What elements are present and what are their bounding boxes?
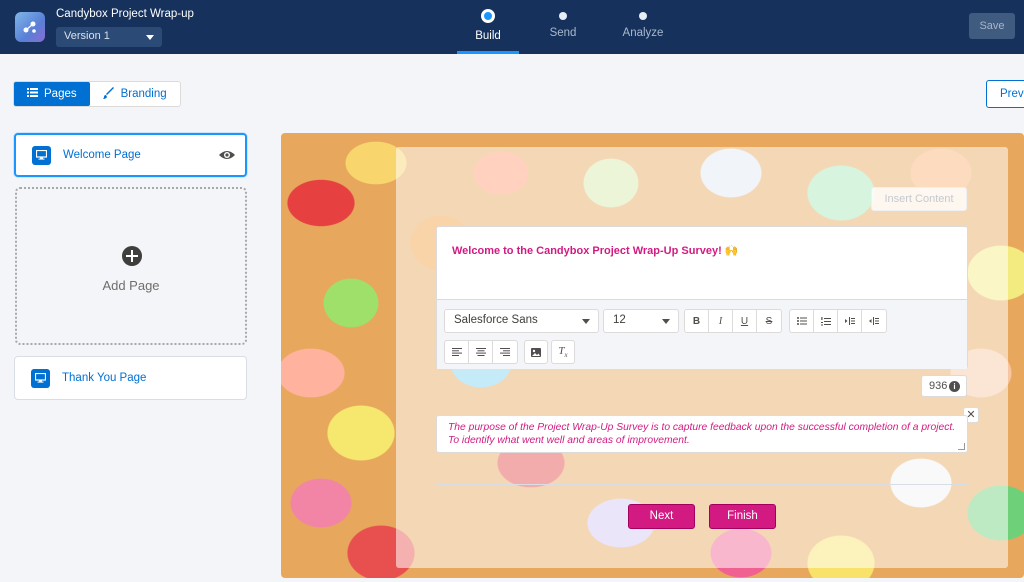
tab-branding[interactable]: Branding	[90, 82, 180, 106]
app-logo-icon	[15, 12, 45, 42]
page-item-thank-you[interactable]: Thank You Page	[14, 356, 247, 400]
tab-pages[interactable]: Pages	[14, 82, 90, 106]
step-indicator-icon	[559, 12, 567, 20]
underline-icon[interactable]: U	[733, 310, 757, 332]
tab-label: Pages	[44, 88, 77, 100]
description-text: The purpose of the Project Wrap-Up Surve…	[448, 422, 956, 446]
font-family-select[interactable]: Salesforce Sans	[444, 309, 599, 333]
monitor-icon	[31, 368, 50, 388]
rich-text-editor[interactable]: Welcome to the Candybox Project Wrap-Up …	[436, 226, 968, 369]
indent-icon[interactable]	[838, 310, 862, 332]
strikethrough-icon[interactable]: S	[757, 310, 781, 332]
step-send[interactable]: Send	[528, 8, 598, 39]
monitor-icon	[32, 145, 51, 165]
character-count-value: 936	[929, 380, 948, 392]
next-button[interactable]: Next	[628, 504, 695, 529]
step-label: Build	[475, 30, 501, 42]
step-indicator-icon	[481, 9, 495, 23]
step-label: Analyze	[622, 27, 664, 39]
outdent-icon[interactable]	[862, 310, 886, 332]
bulleted-list-icon[interactable]	[790, 310, 814, 332]
preview-button[interactable]: Previ	[986, 80, 1024, 108]
list-indent-group	[789, 309, 887, 333]
numbered-list-icon[interactable]	[814, 310, 838, 332]
add-page-label: Add Page	[102, 278, 160, 293]
text-style-group: B I U S	[684, 309, 782, 333]
step-indicator-icon	[639, 12, 647, 20]
brush-icon	[102, 86, 115, 102]
clear-formatting-icon[interactable]: Tx	[551, 340, 575, 364]
view-tabs: Pages Branding	[13, 81, 181, 107]
align-left-icon[interactable]	[445, 341, 469, 363]
font-size-select[interactable]: 12	[603, 309, 679, 333]
step-label: Send	[549, 27, 577, 39]
font-family-value: Salesforce Sans	[454, 314, 538, 326]
chevron-down-icon	[582, 319, 590, 324]
align-center-icon[interactable]	[469, 341, 493, 363]
alignment-group	[444, 340, 518, 364]
eye-icon[interactable]	[218, 149, 236, 164]
version-value: Version 1	[64, 30, 110, 42]
italic-icon[interactable]: I	[709, 310, 733, 332]
app-title: Candybox Project Wrap-up	[56, 8, 194, 20]
add-page-button[interactable]: Add Page	[15, 187, 247, 345]
page-item-label: Thank You Page	[62, 372, 147, 384]
version-dropdown[interactable]: Version 1	[56, 27, 162, 47]
top-header: Candybox Project Wrap-up Version 1 Build…	[0, 0, 1024, 54]
add-circle-icon	[122, 246, 142, 266]
description-textarea[interactable]: The purpose of the Project Wrap-Up Surve…	[436, 415, 968, 453]
step-build[interactable]: Build	[453, 8, 523, 54]
save-button[interactable]: Save	[969, 13, 1015, 39]
finish-button[interactable]: Finish	[709, 504, 776, 529]
page-item-label: Welcome Page	[63, 149, 141, 161]
tab-label: Branding	[120, 88, 167, 100]
divider	[436, 484, 968, 485]
page-item-welcome[interactable]: Welcome Page	[14, 133, 247, 177]
chevron-down-icon	[146, 35, 154, 40]
welcome-heading[interactable]: Welcome to the Candybox Project Wrap-Up …	[452, 244, 739, 257]
insert-content-button[interactable]: Insert Content	[871, 187, 967, 211]
bold-icon[interactable]: B	[685, 310, 709, 332]
list-icon	[27, 88, 38, 100]
step-analyze[interactable]: Analyze	[608, 8, 678, 39]
info-icon[interactable]: i	[949, 381, 960, 392]
editor-toolbar: Salesforce Sans 12 B I U S Tx	[437, 299, 967, 369]
font-size-value: 12	[613, 314, 626, 326]
resize-handle-icon[interactable]	[958, 443, 965, 450]
align-right-icon[interactable]	[493, 341, 517, 363]
image-icon[interactable]	[524, 340, 548, 364]
character-count: 936 i	[921, 375, 967, 397]
chevron-down-icon	[662, 319, 670, 324]
